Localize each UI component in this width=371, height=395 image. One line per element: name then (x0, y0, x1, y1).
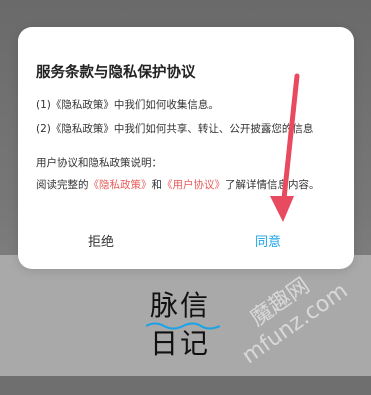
policy-item-1: (1)《隐私政策》中我们如何收集信息。 (36, 99, 219, 111)
description-text: 阅读完整的《隐私政策》和《用户协议》了解详情信息内容。 (36, 177, 320, 192)
reject-button[interactable]: 拒绝 (88, 231, 114, 250)
privacy-dialog: 服务条款与隐私保护协议 (1)《隐私政策》中我们如何收集信息。 (2)《隐私政策… (18, 27, 354, 269)
agree-button[interactable]: 同意 (255, 231, 281, 250)
desc-prefix: 阅读完整的 (36, 179, 89, 191)
dialog-title: 服务条款与隐私保护协议 (36, 65, 196, 81)
desc-suffix: 了解详情信息内容。 (225, 179, 320, 191)
privacy-policy-link[interactable]: 《隐私政策》 (89, 179, 152, 191)
user-agreement-link[interactable]: 《用户协议》 (162, 179, 225, 191)
brand-line1: 脉信 (150, 289, 211, 322)
brand-line2: 日记 (150, 327, 211, 360)
policy-item-2: (2)《隐私政策》中我们如何共享、转让、公开披露您的信息 (36, 123, 314, 135)
logo-wave-icon (146, 322, 220, 330)
desc-and: 和 (151, 179, 163, 191)
description-heading: 用户协议和隐私政策说明： (36, 157, 162, 169)
